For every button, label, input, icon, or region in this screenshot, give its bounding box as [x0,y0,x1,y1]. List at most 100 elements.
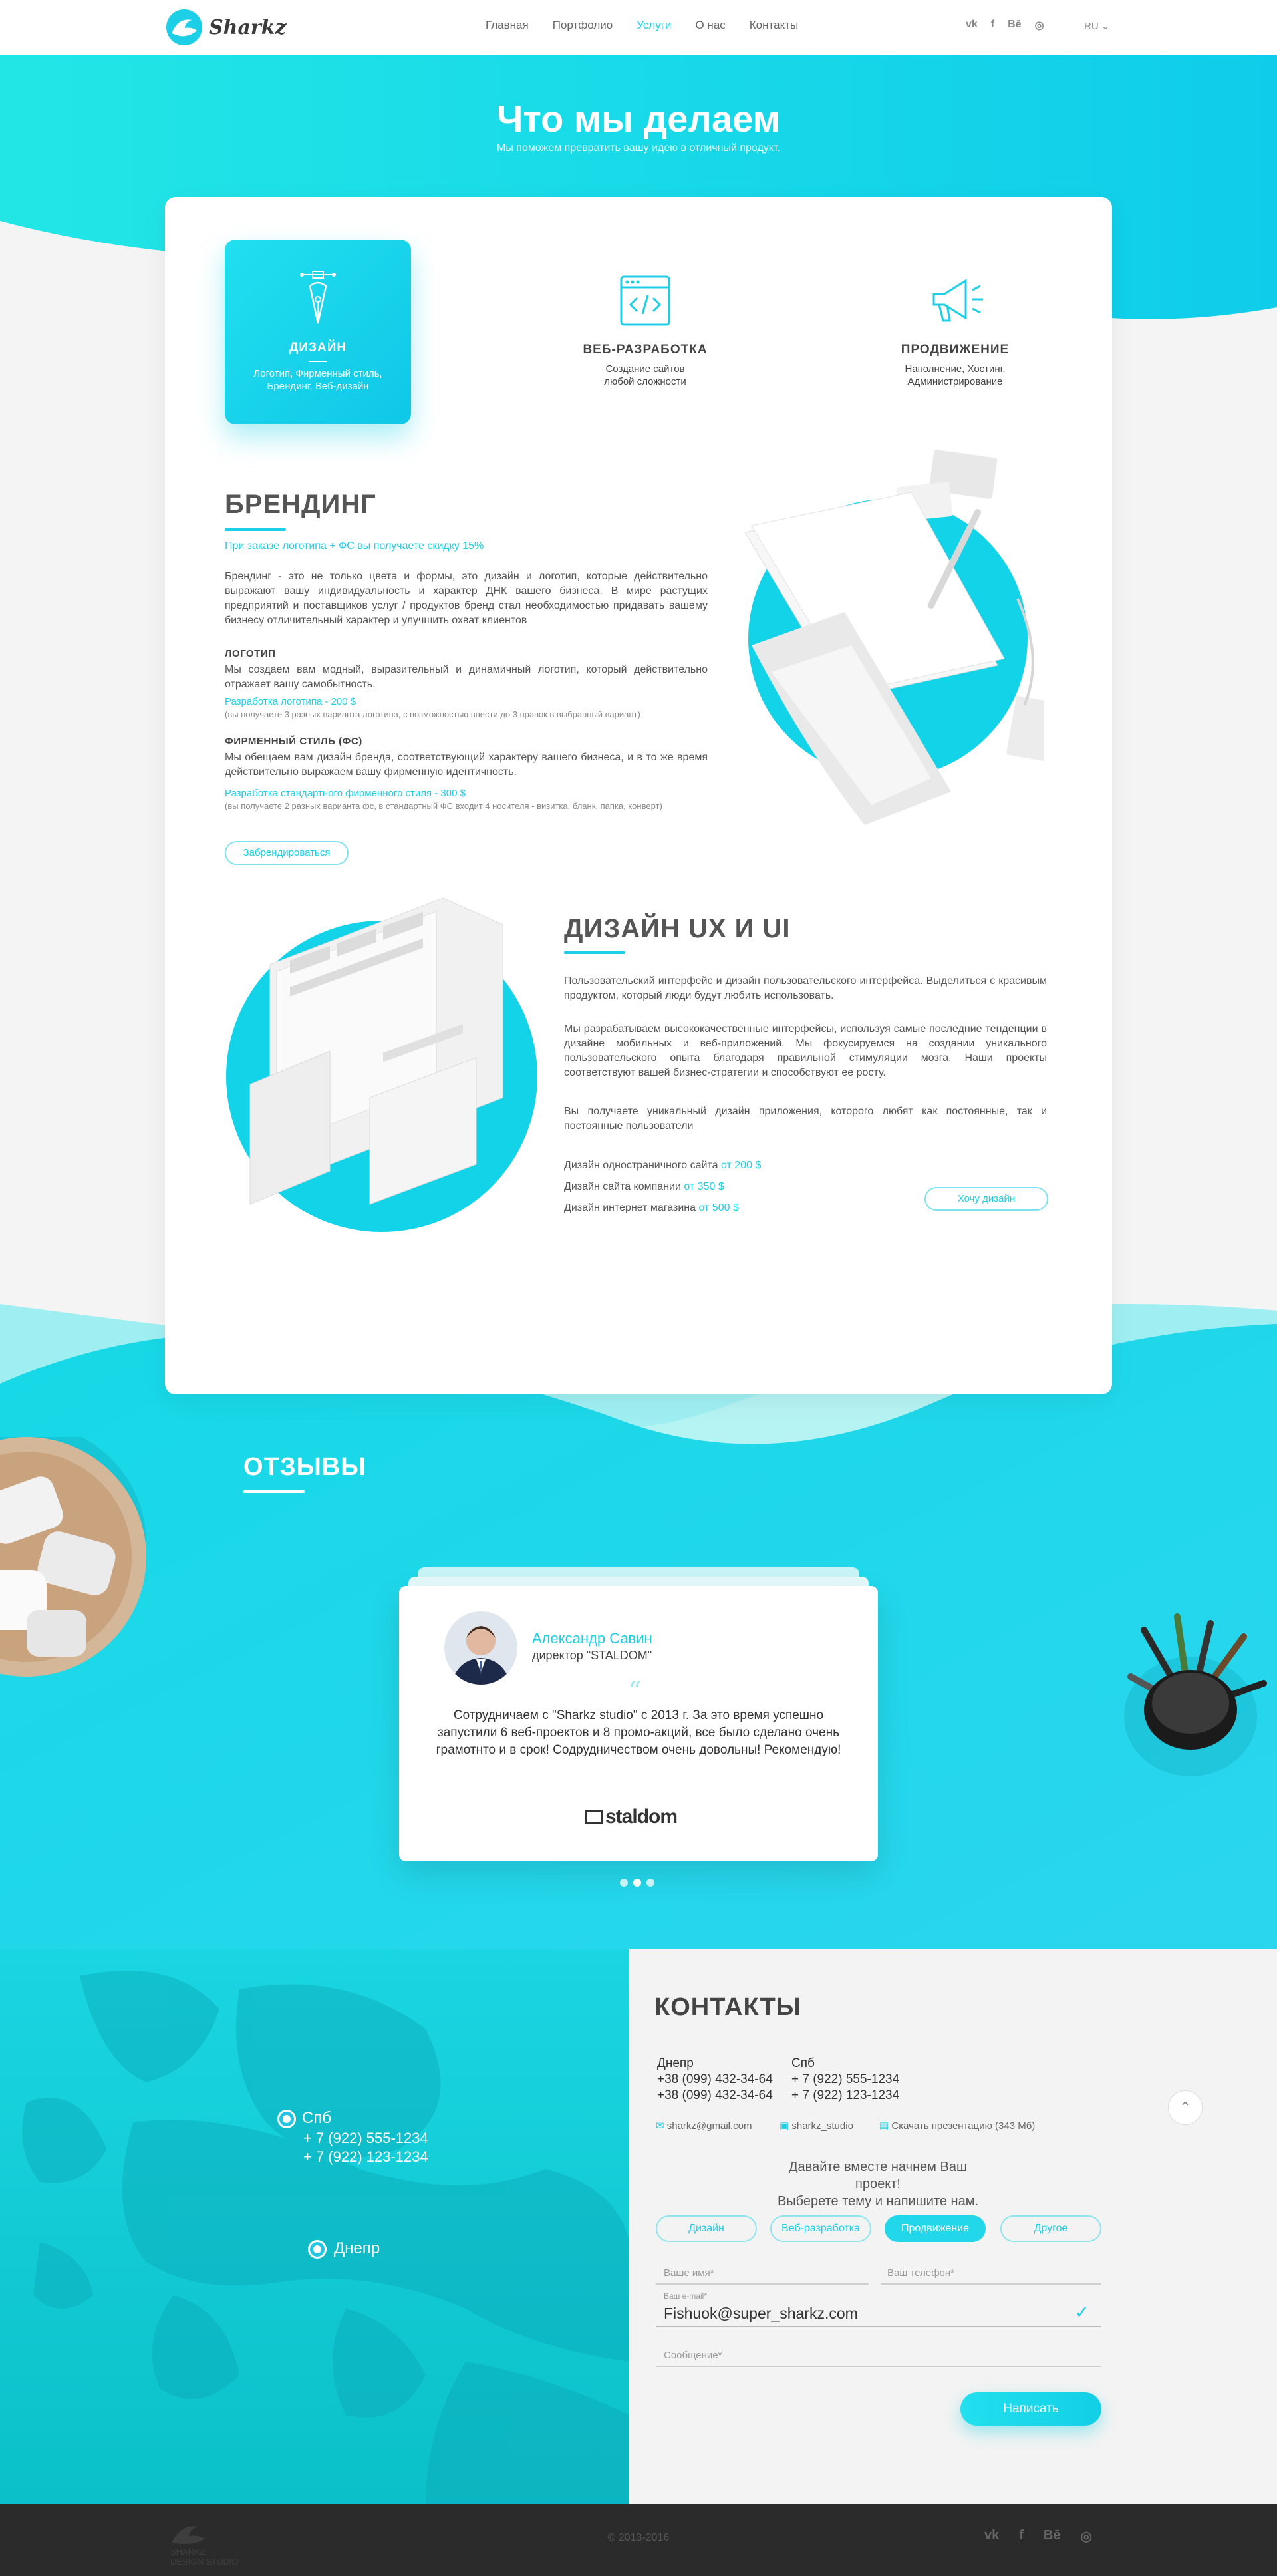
message-field[interactable] [656,2366,1101,2367]
phone[interactable]: +38 (099) 432-34-64 [657,2088,773,2104]
reviews-underline [243,1490,305,1493]
nav-services[interactable]: Услуги [637,19,671,35]
tag-other[interactable]: Другое [1000,2215,1101,2242]
social-links-bottom: vk f Bē ◎ [984,2528,1092,2545]
logo-text: Мы создаем вам модный, выразительный и д… [225,664,708,690]
facebook-icon[interactable]: f [1019,2528,1024,2545]
slider-dots [620,1879,654,1887]
email-field[interactable] [656,2326,1101,2327]
language-select[interactable]: RU ⌄ [1084,20,1109,32]
city-label: Спб [791,2056,815,2070]
contact-call-to-action: Давайте вместе начнем Ваш проект! Выбере… [765,2158,991,2210]
behance-icon[interactable]: Bē [1044,2528,1061,2545]
price-row: Дизайн одностраничного сайта от 200 $ [564,1155,761,1176]
want-design-button[interactable]: Хочу дизайн [924,1187,1048,1211]
company-logo-text: staldom [605,1806,678,1828]
phone-field[interactable] [881,2283,1101,2285]
logo-text: Sharkz [209,16,287,39]
pen-cup-decoration [1124,1613,1267,1776]
price-value: от 200 $ [720,1160,762,1171]
slider-dot[interactable] [646,1879,654,1887]
chevron-up-icon: ⌃ [1179,2099,1192,2116]
vk-icon[interactable]: vk [966,19,978,32]
email-field-label: Ваш e-mail* [664,2291,707,2301]
map-spb-phone: + 7 (922) 123-1234 [303,2148,428,2165]
tag-promotion[interactable]: Продвижение [885,2215,986,2242]
branding-button[interactable]: Забрендироваться [225,841,349,865]
main-nav: Главная Портфолио Услуги О нас Контакты [486,19,798,35]
submit-button[interactable]: Написать [960,2392,1101,2426]
phone[interactable]: + 7 (922) 555-1234 [791,2072,899,2088]
reviews-title: ОТЗЫВЫ [243,1453,366,1481]
skype-text: sharkz_studio [791,2120,853,2132]
review-text: Сотрудничаем с "Sharkz studio" с 2013 г.… [436,1708,841,1757]
staldom-mark-icon [585,1810,603,1824]
mail-icon: ✉ [656,2120,664,2132]
phone-field-label: Ваш телефон* [887,2267,954,2279]
uxui-title: ДИЗАЙН UX И UI [564,914,791,943]
logo-heading: ЛОГОТИП [225,648,276,659]
price-row: Дизайн сайта компании от 350 $ [564,1176,761,1198]
fs-price: Разработка стандартного фирменного стиля… [225,788,466,799]
map-spb-phone: + 7 (922) 555-1234 [303,2130,428,2146]
chevron-down-icon: ⌄ [1101,21,1110,32]
price-label: Дизайн одностраничного сайта [564,1160,718,1171]
email-link[interactable]: ✉ sharkz@gmail.com [656,2120,752,2132]
dribbble-icon[interactable]: ◎ [1081,2528,1092,2545]
page-title: Что мы делаем [497,98,780,140]
name-field-label: Ваше имя* [664,2267,714,2279]
map-pin-spb[interactable] [279,2112,294,2126]
service-web-title: ВЕБ-РАЗРАБОТКА [583,343,708,357]
slider-dot[interactable] [620,1879,628,1887]
email-text: sharkz@gmail.com [666,2120,752,2132]
price-label: Дизайн интернет магазина [564,1202,696,1213]
nav-portfolio[interactable]: Портфолио [553,19,613,35]
nav-home[interactable]: Главная [486,19,529,35]
tag-design[interactable]: Дизайн [656,2215,757,2242]
phone[interactable]: +38 (099) 432-34-64 [657,2072,773,2088]
price-value: от 500 $ [698,1202,739,1213]
company-logo: staldom [585,1806,678,1828]
service-web-desc: Создание сайтов любой сложности [604,363,686,387]
logo[interactable]: Sharkz [165,8,298,48]
nav-contacts[interactable]: Контакты [750,19,798,35]
footer-logo-line2: DESIGN STUDIO [170,2557,239,2567]
price-label: Дизайн сайта компании [564,1181,681,1192]
branding-title: БРЕНДИНГ [225,490,376,519]
message-field-label: Сообщение* [664,2350,722,2361]
scroll-to-top-button[interactable]: ⌃ [1168,2090,1203,2125]
service-design[interactable]: ДИЗАЙН Логотип, Фирменный стиль, Брендин… [225,240,411,424]
uxui-illustration [226,897,537,1232]
branding-underline [225,528,286,531]
contacts-dnepr: Днепр +38 (099) 432-34-64 +38 (099) 432-… [657,2056,773,2104]
reviewer-name: Александр Савин [532,1630,652,1647]
language-value: RU [1084,21,1099,32]
tag-web[interactable]: Веб-разработка [770,2215,871,2242]
avatar [444,1611,517,1685]
behance-icon[interactable]: Bē [1008,19,1021,32]
service-promotion-desc: Наполнение, Хостинг, Администрирование [905,363,1006,387]
phone[interactable]: + 7 (922) 123-1234 [791,2088,899,2104]
document-icon: ▤ [879,2120,889,2132]
skype-link[interactable]: ▣ sharkz_studio [780,2120,853,2132]
email-field-value[interactable]: Fishuok@super_sharkz.com [664,2305,858,2323]
uxui-price-list: Дизайн одностраничного сайта от 200 $ Ди… [564,1155,761,1219]
map-pin-dnepr[interactable] [310,2242,325,2257]
service-web[interactable]: ВЕБ-РАЗРАБОТКА Создание сайтов любой сло… [552,240,738,424]
facebook-icon[interactable]: f [991,19,994,32]
name-field[interactable] [656,2283,869,2285]
reviewer-photo [444,1611,517,1685]
service-design-title: ДИЗАЙН [225,341,411,362]
service-promotion-title: ПРОДВИЖЕНИЕ [901,343,1010,357]
slider-dot-active[interactable] [633,1879,641,1887]
service-promotion[interactable]: ПРОДВИЖЕНИЕ Наполнение, Хостинг, Админис… [862,240,1048,424]
fs-heading: ФИРМЕННЫЙ СТИЛЬ (ФС) [225,736,362,747]
skype-icon: ▣ [780,2120,789,2132]
price-row: Дизайн интернет магазина от 500 $ [564,1198,761,1219]
vk-icon[interactable]: vk [984,2528,999,2545]
presentation-link[interactable]: ▤ Скачать презентацию (343 Мб) [879,2120,1035,2132]
nav-about[interactable]: О нас [695,19,725,35]
pen-tool-icon [300,271,336,324]
dribbble-icon[interactable]: ◎ [1035,19,1044,32]
social-links-top: vk f Bē ◎ [966,19,1044,32]
